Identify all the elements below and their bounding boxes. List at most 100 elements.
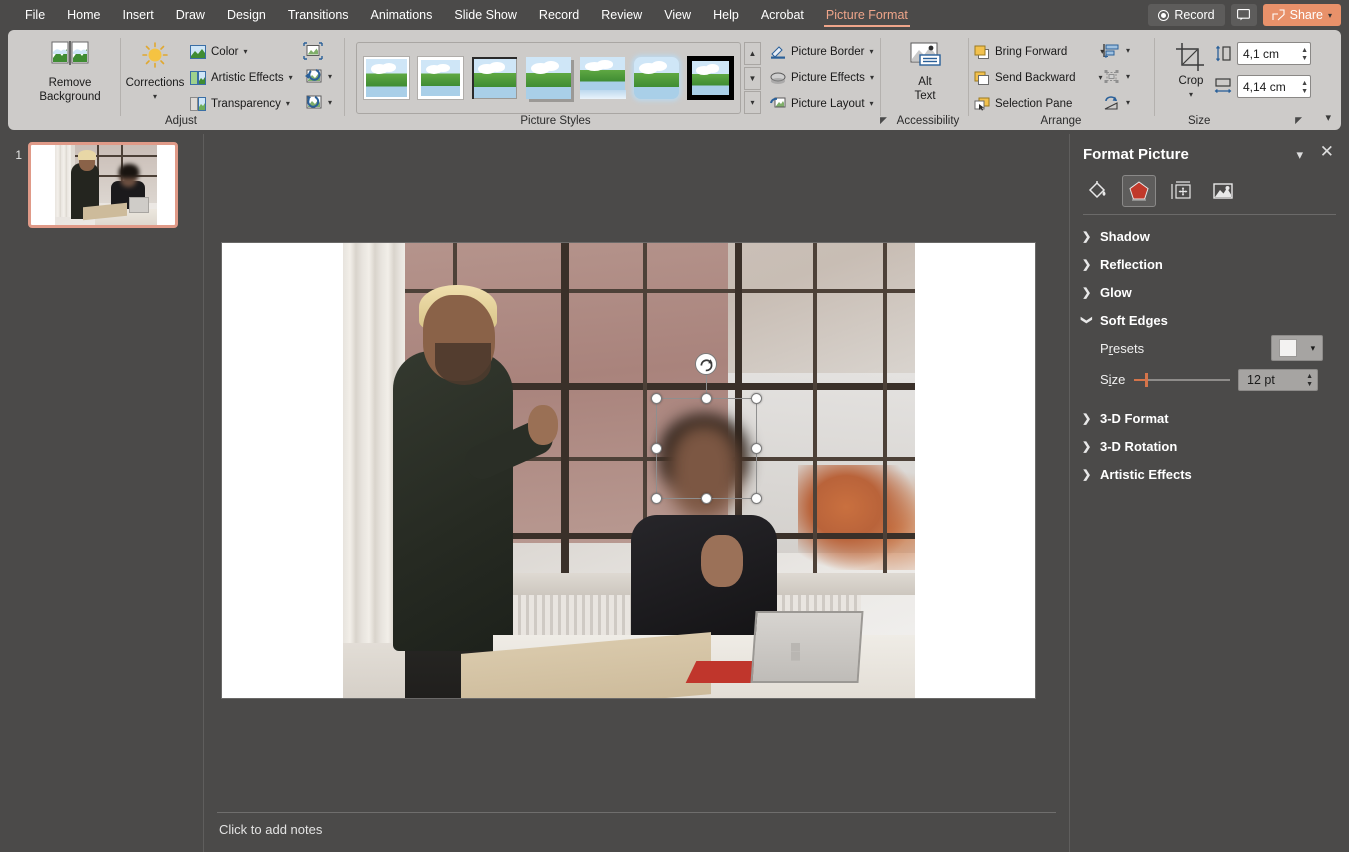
photo-person-right-head-blurred: [668, 423, 740, 519]
alt-text-label-2: Text: [914, 90, 936, 103]
bring-forward-button[interactable]: Bring Forward ▾: [974, 40, 1104, 63]
chevron-down-icon: ▾: [1126, 46, 1131, 55]
shape-width-value: 4,14 cm: [1243, 79, 1286, 94]
arrange-icon-buttons: ▾ ▾ ▾: [1103, 39, 1130, 114]
soft-edges-size-slider-thumb[interactable]: [1145, 373, 1148, 387]
remove-background-button[interactable]: Remove Background: [29, 40, 111, 105]
transparency-label: Transparency: [211, 97, 281, 110]
menu-tab-home[interactable]: Home: [56, 0, 111, 30]
picture-style-thumbnail-selected[interactable]: [686, 56, 735, 100]
artistic-effects-button[interactable]: Artistic Effects ▾: [190, 66, 293, 89]
picture-style-thumbnail[interactable]: [633, 57, 679, 99]
menu-tab-acrobat[interactable]: Acrobat: [750, 0, 815, 30]
soft-edges-size-slider-track[interactable]: [1134, 379, 1230, 381]
menu-tab-help[interactable]: Help: [702, 0, 750, 30]
section-3d-rotation-label: 3-D Rotation: [1100, 438, 1178, 454]
menu-tab-transitions[interactable]: Transitions: [277, 0, 360, 30]
panel-tab-effects[interactable]: [1122, 175, 1156, 207]
slide-canvas[interactable]: [222, 243, 1035, 698]
chevron-down-icon: ▾: [1310, 342, 1316, 353]
transparency-button[interactable]: Transparency ▾: [190, 92, 293, 115]
share-button[interactable]: Share ▾: [1262, 4, 1341, 26]
accessibility-dialog-launcher[interactable]: ◤: [880, 115, 887, 126]
soft-edges-presets-dropdown[interactable]: ▾: [1271, 335, 1323, 361]
size-dialog-launcher[interactable]: ◤: [1295, 115, 1302, 126]
photo-laptop-logo: [791, 643, 809, 661]
menu-tab-record[interactable]: Record: [528, 0, 590, 30]
menu-tab-slide-show[interactable]: Slide Show: [443, 0, 528, 30]
photo-person-left-beard: [435, 343, 491, 385]
picture-style-thumbnail[interactable]: [364, 57, 410, 99]
menu-tab-file[interactable]: File: [14, 0, 56, 30]
soft-edges-size-input[interactable]: 12 pt ▲ ▼: [1238, 369, 1318, 391]
section-3d-rotation[interactable]: ❯ 3-D Rotation: [1082, 432, 1338, 460]
section-3d-format[interactable]: ❯ 3-D Format: [1082, 404, 1338, 432]
spinner-arrows[interactable]: ▲ ▼: [1301, 76, 1308, 99]
notes-placeholder[interactable]: Click to add notes: [219, 822, 322, 837]
gallery-scroll-up-button[interactable]: ▲: [744, 42, 761, 65]
ribbon-group-adjust: Remove Background Corrections ▾ Color ▾ …: [16, 30, 346, 130]
send-backward-button[interactable]: Send Backward ▾: [974, 66, 1104, 89]
chevron-down-icon: ▾: [328, 72, 333, 81]
section-soft-edges-label: Soft Edges: [1100, 312, 1168, 328]
chevron-down-icon: ▾: [285, 99, 290, 108]
picture-style-thumbnail[interactable]: [526, 57, 572, 99]
picture-style-thumbnail[interactable]: [472, 57, 518, 99]
reset-picture-button[interactable]: ▾: [303, 91, 332, 114]
picture-border-button[interactable]: Picture Border ▾: [770, 40, 874, 63]
corrections-button[interactable]: Corrections ▾: [124, 40, 186, 102]
picture-layout-icon: [770, 97, 786, 107]
picture-layout-button[interactable]: Picture Layout ▾: [770, 92, 874, 115]
panel-tab-size-and-properties[interactable]: [1164, 175, 1198, 207]
picture-styles-gallery[interactable]: [356, 42, 741, 114]
menu-tab-view[interactable]: View: [653, 0, 702, 30]
remove-background-label-2: Background: [39, 91, 101, 104]
shape-height-input[interactable]: 4,1 cm ▲ ▼: [1237, 42, 1311, 65]
menu-tab-insert[interactable]: Insert: [112, 0, 165, 30]
panel-collapse-button[interactable]: ▾: [1296, 147, 1303, 163]
panel-tab-picture[interactable]: [1206, 175, 1240, 207]
section-shadow[interactable]: ❯ Shadow: [1082, 222, 1338, 250]
color-button[interactable]: Color ▾: [190, 40, 293, 63]
menu-tab-review[interactable]: Review: [590, 0, 653, 30]
spinner-arrows[interactable]: ▲ ▼: [1306, 370, 1313, 392]
menu-tab-picture-format[interactable]: Picture Format: [815, 0, 919, 30]
spinner-arrows[interactable]: ▲ ▼: [1301, 43, 1308, 66]
panel-close-button[interactable]: ✕: [1320, 143, 1334, 160]
menu-tab-draw[interactable]: Draw: [165, 0, 216, 30]
chevron-right-icon: ❯: [1082, 412, 1092, 425]
menu-tab-animations[interactable]: Animations: [360, 0, 444, 30]
divider: [1154, 38, 1155, 116]
picture-style-thumbnail[interactable]: [580, 57, 627, 99]
panel-tab-fill-and-line[interactable]: [1080, 175, 1114, 207]
group-objects-button[interactable]: ▾: [1103, 65, 1130, 88]
gallery-more-button[interactable]: ▾: [744, 91, 761, 114]
section-soft-edges[interactable]: ❯ Soft Edges: [1081, 306, 1338, 334]
slide-thumbnail-1[interactable]: [28, 142, 178, 228]
divider: [968, 38, 969, 116]
window-mullion: [883, 243, 887, 578]
section-3d-format-label: 3-D Format: [1100, 410, 1169, 426]
comments-button[interactable]: [1230, 4, 1257, 26]
picture-style-thumbnail[interactable]: [418, 57, 464, 99]
selection-pane-button[interactable]: Selection Pane: [974, 92, 1104, 115]
ribbon-group-size-label: Size: [1188, 115, 1211, 127]
picture-effects-button[interactable]: Picture Effects ▾: [770, 66, 874, 89]
section-glow-label: Glow: [1100, 284, 1132, 300]
compress-pictures-button[interactable]: [303, 39, 332, 62]
record-button[interactable]: Record: [1148, 4, 1225, 26]
section-artistic-effects[interactable]: ❯ Artistic Effects: [1082, 460, 1338, 488]
alt-text-button[interactable]: Alt Text: [896, 42, 954, 104]
ribbon-collapse-button[interactable]: ▾: [1325, 111, 1331, 124]
adjust-small-buttons: Color ▾ Artistic Effects ▾ Transparency …: [190, 40, 293, 115]
slide-picture[interactable]: [343, 243, 915, 698]
change-picture-button[interactable]: ▾: [303, 65, 332, 88]
section-glow[interactable]: ❯ Glow: [1082, 278, 1338, 306]
section-reflection[interactable]: ❯ Reflection: [1082, 250, 1338, 278]
gallery-scroll-down-button[interactable]: ▼: [744, 66, 761, 90]
align-objects-button[interactable]: ▾: [1103, 39, 1130, 62]
shape-width-input[interactable]: 4,14 cm ▲ ▼: [1237, 75, 1311, 98]
menu-tab-design[interactable]: Design: [216, 0, 277, 30]
rotate-objects-button[interactable]: ▾: [1103, 91, 1130, 114]
crop-button[interactable]: Crop ▾: [1166, 42, 1216, 100]
